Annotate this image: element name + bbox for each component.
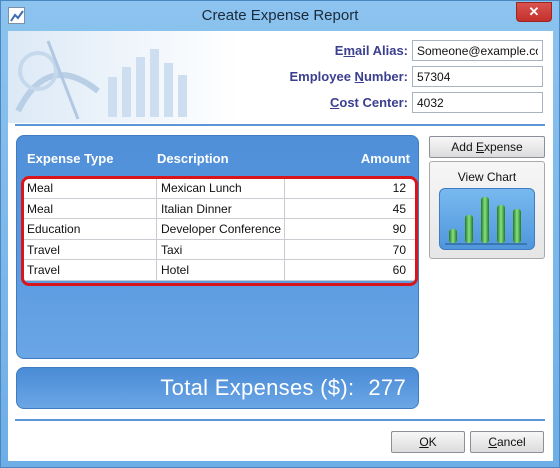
footer-divider <box>15 419 545 421</box>
client-area: Email Alias: Employee Number: Cost Cente… <box>8 31 553 461</box>
cost-center-label: Cost Center: <box>329 95 408 110</box>
cost-center-input[interactable] <box>412 92 543 113</box>
view-chart-button[interactable]: View Chart <box>429 161 545 259</box>
view-chart-label: View Chart <box>457 170 517 184</box>
employee-number-label: Employee Number: <box>289 69 408 84</box>
header-watermark-image <box>8 31 238 123</box>
table-header: Expense Type Description Amount <box>17 136 418 174</box>
total-expenses-bar: Total Expenses ($): 277 <box>16 367 419 409</box>
column-description[interactable]: Description <box>157 151 229 166</box>
expense-report-window: Create Expense Report ✕ Email Alias: Som… <box>0 0 560 468</box>
bar-chart-icon <box>439 188 535 250</box>
email-alias-input[interactable] <box>412 40 543 61</box>
rows-highlight-outline <box>21 176 418 286</box>
employee-number-input[interactable] <box>412 66 543 87</box>
total-label: Total Expenses ($): <box>160 375 355 400</box>
total-expenses-text: Total Expenses ($): 277 <box>160 375 406 401</box>
add-expense-button[interactable]: Add Expense <box>429 136 545 158</box>
cancel-button[interactable]: Cancel <box>470 431 544 453</box>
total-value: 277 <box>368 375 406 400</box>
close-button[interactable]: ✕ <box>516 2 552 22</box>
column-expense-type[interactable]: Expense Type <box>27 151 113 166</box>
column-amount[interactable]: Amount <box>361 151 410 166</box>
window-title: Create Expense Report <box>201 7 359 24</box>
email-alias-label: Email Alias: <box>334 43 408 58</box>
ok-button[interactable]: OK <box>391 431 465 453</box>
header-divider <box>15 124 545 126</box>
title-bar: Create Expense Report ✕ <box>1 1 559 31</box>
